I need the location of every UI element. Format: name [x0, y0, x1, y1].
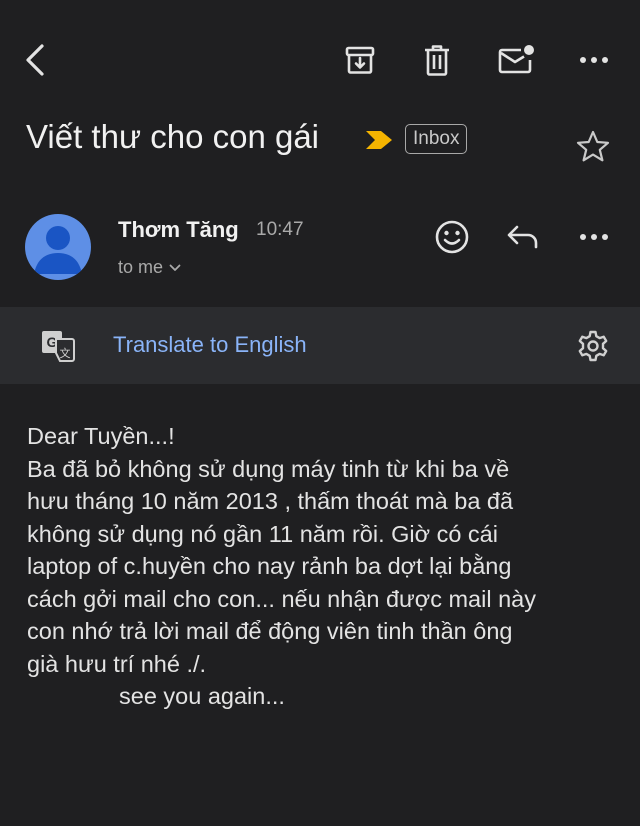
mail-unread-icon — [498, 45, 534, 74]
recipient-details-toggle[interactable]: to me — [118, 257, 181, 278]
body-line: laptop of c.huyền cho nay rảnh ba dợt lạ… — [27, 553, 512, 579]
google-translate-icon: G 文 — [42, 331, 75, 362]
body-line: Ba đã bỏ không sử dụng máy tinh từ khi b… — [27, 455, 510, 482]
body-line: Dear Tuyền...! — [27, 423, 175, 449]
sender-row: Thơm Tăng 10:47 to me — [0, 205, 640, 295]
email-time: 10:47 — [256, 219, 304, 240]
translate-link[interactable]: Translate to English — [113, 332, 307, 358]
body-line: cách gởi mail cho con... nếu nhận được m… — [27, 585, 536, 612]
person-icon — [34, 226, 82, 274]
body-line: không sử dụng nó gần 11 năm rồi. Giờ có … — [27, 520, 498, 547]
trash-icon — [425, 45, 449, 76]
emoji-reaction-icon[interactable] — [430, 215, 474, 259]
body-line: già hưu trí nhé ./. — [27, 650, 207, 677]
importance-marker-icon[interactable] — [364, 129, 394, 151]
more-horizontal-icon[interactable] — [572, 215, 616, 259]
subject-row: Viết thư cho con gái Inbox — [0, 110, 640, 180]
back-button[interactable] — [12, 36, 60, 84]
translate-bar: G 文 Translate to English — [0, 307, 640, 384]
reply-icon[interactable] — [502, 215, 546, 259]
more-options-button[interactable] — [570, 36, 618, 84]
archive-icon — [345, 46, 375, 74]
more-horizontal-icon — [580, 57, 608, 63]
email-body: Dear Tuyền...! Ba đã bỏ không sử dụng má… — [27, 420, 627, 713]
top-toolbar — [0, 0, 640, 110]
sender-name[interactable]: Thơm Tăng — [118, 217, 239, 243]
body-line: hưu tháng 10 năm 2013 , thấm thoát mà ba… — [27, 488, 514, 514]
body-signoff: see you again... — [119, 683, 285, 709]
archive-button[interactable] — [336, 36, 384, 84]
arrow-left-icon — [26, 44, 44, 76]
email-subject: Viết thư cho con gái — [26, 118, 320, 155]
mark-unread-button[interactable] — [492, 36, 540, 84]
star-icon[interactable] — [576, 130, 610, 162]
svg-text:文: 文 — [60, 346, 71, 360]
recipient-text: to me — [118, 257, 164, 277]
inbox-label[interactable]: Inbox — [405, 124, 468, 154]
delete-button[interactable] — [413, 36, 461, 84]
body-line: con nhớ trả lời mail để động viên tinh t… — [27, 618, 513, 644]
avatar[interactable] — [25, 214, 91, 280]
gear-icon[interactable] — [576, 329, 610, 363]
chevron-down-icon — [169, 264, 181, 271]
